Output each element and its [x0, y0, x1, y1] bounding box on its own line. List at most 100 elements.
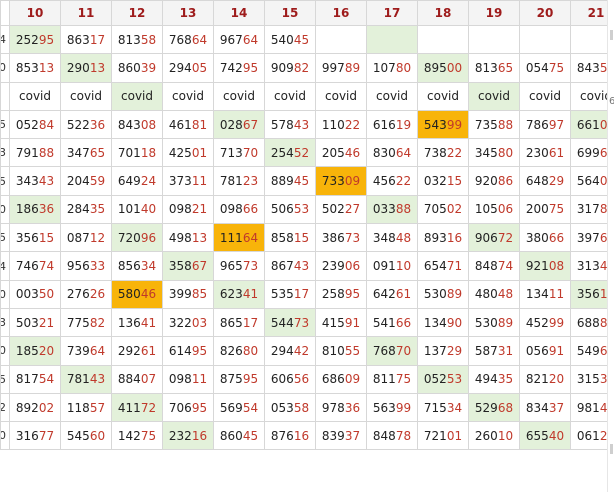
result-cell: 81175: [366, 364, 418, 394]
result-cell: 54473: [264, 307, 316, 338]
result-cell: 35615: [9, 223, 61, 253]
tail-digits: 61: [140, 343, 157, 358]
result-cell: 89202: [9, 392, 61, 423]
result-cell: 52968: [468, 392, 520, 423]
tail-digits: 53: [446, 372, 463, 387]
row-stub: 4: [0, 251, 10, 281]
row-stub: 5: [0, 109, 10, 140]
tail-digits: 58: [293, 400, 310, 415]
result-cell: 60656: [264, 364, 316, 394]
result-cell: 37311: [162, 166, 214, 196]
table-row: 0003502762658046399856234153517258956426…: [0, 279, 614, 309]
tail-digits: 16: [446, 230, 463, 245]
tail-digits: 24: [140, 174, 157, 189]
column-header: 18: [417, 0, 469, 26]
result-cell: 45299: [519, 307, 571, 338]
tail-digits: 58: [140, 32, 157, 47]
result-cell: 14275: [111, 421, 163, 451]
tail-digits: 82: [293, 60, 310, 75]
tail-digits: 60: [89, 428, 106, 443]
result-cell: 84308: [111, 109, 163, 140]
result-cell: 20546: [315, 138, 367, 168]
result-cell: 29442: [264, 336, 316, 366]
tail-digits: 01: [446, 428, 463, 443]
tail-digits: 35: [89, 202, 106, 217]
column-header: 17: [366, 0, 418, 26]
tail-digits: 80: [242, 343, 259, 358]
result-cell: 89316: [417, 223, 469, 253]
result-cell: 83937: [315, 421, 367, 451]
tail-digits: 31: [497, 343, 514, 358]
tail-digits: 55: [344, 343, 361, 358]
result-cell: 54045: [264, 24, 316, 55]
result-cell: 46181: [162, 109, 214, 140]
result-cell: 90982: [264, 53, 316, 83]
result-cell: 78697: [519, 109, 571, 140]
result-cell: 85634: [111, 251, 163, 281]
result-cell: 92086: [468, 166, 520, 196]
result-cell: 84878: [366, 421, 418, 451]
column-header: 16: [315, 0, 367, 26]
tail-digits: 21: [38, 315, 55, 330]
tail-digits: 10: [497, 428, 514, 443]
result-cell: 92108: [519, 251, 571, 281]
tail-digits: 18: [140, 145, 157, 160]
right-scroll-edge[interactable]: 6: [607, 0, 614, 492]
tail-digits: 41: [242, 287, 259, 302]
column-header: 11: [60, 0, 112, 26]
result-cell: 49435: [468, 364, 520, 394]
tail-digits: 66: [242, 202, 259, 217]
result-cell: 53517: [264, 279, 316, 309]
result-cell: 86045: [213, 421, 265, 451]
result-cell: 05691: [519, 336, 571, 366]
tail-digits: 35: [497, 372, 514, 387]
result-cell: 88945: [264, 166, 316, 196]
result-cell: 45622: [366, 166, 418, 196]
tail-digits: 80: [497, 145, 514, 160]
result-cell: 54560: [60, 421, 112, 451]
result-cell: covid: [468, 81, 520, 111]
result-cell: [366, 24, 418, 55]
tail-digits: 17: [89, 32, 106, 47]
result-cell: 85313: [9, 53, 61, 83]
row-stub: 3: [0, 138, 10, 168]
result-cell: 32203: [162, 307, 214, 338]
result-cell: 99789: [315, 53, 367, 83]
result-cell: 96764: [213, 24, 265, 55]
tail-digits: 46: [344, 145, 361, 160]
result-cell: 09866: [213, 194, 265, 225]
result-cell: 25452: [264, 138, 316, 168]
result-cell: 41172: [111, 392, 163, 423]
tail-digits: 12: [89, 230, 106, 245]
result-cell: 34848: [366, 223, 418, 253]
result-cell: 18636: [9, 194, 61, 225]
result-cell: 87595: [213, 364, 265, 394]
tail-digits: 43: [293, 117, 310, 132]
grid-body: 4252958631781358768649676454045085313290…: [0, 24, 614, 451]
result-cell: 54399: [417, 109, 469, 140]
tail-digits: 37: [548, 400, 565, 415]
result-cell: covid: [417, 81, 469, 111]
result-cell: 29405: [162, 53, 214, 83]
row-stub: 0: [0, 336, 10, 366]
tail-digits: 67: [191, 259, 208, 274]
result-cell: 18520: [9, 336, 61, 366]
tail-digits: 61: [395, 287, 412, 302]
tail-digits: 77: [38, 428, 55, 443]
result-cell: [468, 24, 520, 55]
tail-digits: 59: [89, 174, 106, 189]
result-cell: 72101: [417, 421, 469, 451]
tail-digits: 05: [191, 60, 208, 75]
tail-digits: 91: [344, 315, 361, 330]
row-stub: 0: [0, 421, 10, 451]
result-cell: 29013: [60, 53, 112, 83]
tail-digits: 70: [242, 145, 259, 160]
result-cell: 77582: [60, 307, 112, 338]
result-cell: 48048: [468, 279, 520, 309]
result-cell: 64261: [366, 279, 418, 309]
result-cell: 13490: [417, 307, 469, 338]
result-cell: 72096: [111, 223, 163, 253]
tail-digits: 36: [89, 117, 106, 132]
result-cell: 85815: [264, 223, 316, 253]
tail-digits: 85: [191, 287, 208, 302]
